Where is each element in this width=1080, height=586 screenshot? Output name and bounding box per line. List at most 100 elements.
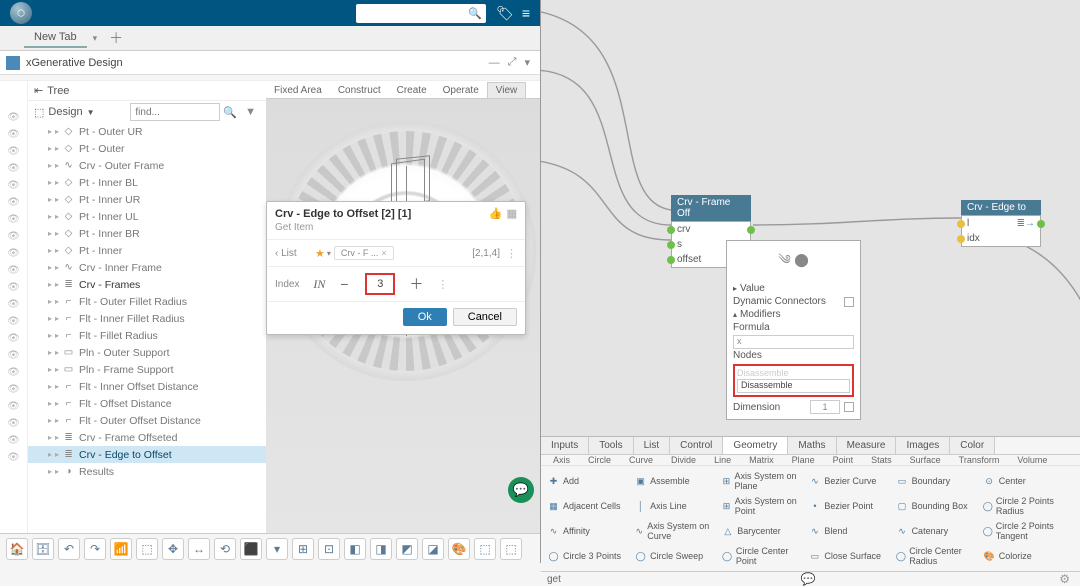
visibility-icon[interactable]: 👁 [0, 313, 27, 330]
library-search-input[interactable]: get [547, 574, 561, 585]
operator-item[interactable]: ⊙Center [981, 469, 1067, 493]
node-header[interactable]: Crv - Frame Off [671, 195, 751, 221]
index-value[interactable]: 3 [365, 273, 395, 295]
category-tab[interactable]: Images [896, 437, 950, 454]
visibility-icon[interactable]: 👁 [0, 177, 27, 194]
toolbar-button[interactable]: 🎨 [448, 538, 470, 560]
value-section[interactable]: ▸Value [733, 282, 854, 295]
operator-item[interactable]: ◯Circle 3 Points [545, 544, 631, 568]
category-tab[interactable]: Color [950, 437, 995, 454]
filter-icon[interactable]: ▼ [245, 106, 256, 118]
operator-item[interactable]: ✚Add [545, 469, 631, 493]
chat-icon[interactable]: 💬 [508, 477, 534, 503]
viewport-tab[interactable]: Operate [435, 83, 487, 98]
tree-node[interactable]: ▸▸∿Crv - Outer Frame [28, 157, 266, 174]
grid-icon[interactable]: ▦ [507, 207, 517, 220]
toolbar-button[interactable]: ◩ [396, 538, 418, 560]
operator-item[interactable]: ∿Blend [806, 519, 892, 543]
increment-button[interactable]: ＋ [405, 274, 427, 294]
tree-node[interactable]: ▸▸◇Pt - Inner UR [28, 191, 266, 208]
tree-node[interactable]: ▸▸◑Results [28, 463, 266, 480]
subcategory-item[interactable]: Plane [784, 455, 823, 465]
toolbar-button[interactable]: ↔ [188, 538, 210, 560]
operator-item[interactable]: ⊞Axis System on Point [719, 494, 805, 518]
port-label[interactable]: l [967, 218, 969, 229]
toolbar-button[interactable]: 🏠 [6, 538, 28, 560]
visibility-icon[interactable]: 👁 [0, 245, 27, 262]
more-icon[interactable]: ⋮ [437, 278, 448, 291]
port-label[interactable]: idx [967, 233, 980, 244]
toolbar-button[interactable]: ⊞ [292, 538, 314, 560]
tree-node[interactable]: ▸▸≣Crv - Frames [28, 276, 266, 293]
operator-item[interactable]: ◯Circle Center Point [719, 544, 805, 568]
category-tab[interactable]: Tools [589, 437, 633, 454]
port-label[interactable]: offset [677, 254, 701, 265]
tree-node[interactable]: ▸▸⌐Flt - Fillet Radius [28, 327, 266, 344]
subcategory-item[interactable]: Axis [545, 455, 578, 465]
category-tab[interactable]: List [634, 437, 671, 454]
tree-node[interactable]: ▸▸◇Pt - Outer [28, 140, 266, 157]
subcategory-item[interactable]: Divide [663, 455, 704, 465]
decrement-button[interactable]: − [333, 274, 355, 294]
operator-item[interactable]: │Axis Line [632, 494, 718, 518]
visibility-icon[interactable]: 👁 [0, 347, 27, 364]
gear-icon[interactable]: ⚙ [1059, 572, 1070, 586]
subcategory-item[interactable]: Surface [902, 455, 949, 465]
subcategory-item[interactable]: Curve [621, 455, 661, 465]
nodes-input[interactable]: Disassemble [737, 379, 850, 393]
toolbar-button[interactable]: ✥ [162, 538, 184, 560]
visibility-icon[interactable]: 👁 [0, 194, 27, 211]
design-selector[interactable]: ⬚ Design ▼ 🔍 ▼ [28, 101, 266, 123]
tree-node[interactable]: ▸▸⌐Flt - Offset Distance [28, 395, 266, 412]
operator-item[interactable]: ◯Circle 2 Points Tangent [981, 519, 1067, 543]
visibility-icon[interactable]: 👁 [0, 160, 27, 177]
node-edge-to[interactable]: Crv - Edge to l ≣→ idx [961, 200, 1041, 247]
viewport-tab[interactable]: Fixed Area [266, 83, 330, 98]
visibility-icon[interactable]: 👁 [0, 262, 27, 279]
list-label[interactable]: ‹ List [275, 248, 315, 259]
subcategory-item[interactable]: Transform [951, 455, 1008, 465]
toolbar-button[interactable]: ⬚ [136, 538, 158, 560]
node-graph-canvas[interactable]: Crv - Frame Off crv s ⟲ offset Crv - Edg… [541, 0, 1080, 436]
dimension-checkbox[interactable] [844, 402, 854, 412]
tree-node[interactable]: ▸▸◇Pt - Inner BR [28, 225, 266, 242]
tab-new[interactable]: New Tab [24, 28, 87, 48]
operator-item[interactable]: ▢Bounding Box [894, 494, 980, 518]
visibility-icon[interactable]: 👁 [0, 143, 27, 160]
cancel-button[interactable]: Cancel [453, 308, 517, 326]
visibility-icon[interactable]: 👁 [0, 211, 27, 228]
menu-icon[interactable]: ≡ [522, 5, 530, 21]
subcategory-item[interactable]: Stats [863, 455, 900, 465]
toolbar-button[interactable]: ▾ [266, 538, 288, 560]
viewport-tab[interactable]: Create [389, 83, 435, 98]
tree-node[interactable]: ▸▸⌐Flt - Inner Offset Distance [28, 378, 266, 395]
toolbar-button[interactable]: ◧ [344, 538, 366, 560]
close-icon[interactable]: × [381, 248, 386, 258]
dimension-input[interactable] [810, 400, 840, 414]
visibility-icon[interactable]: 👁 [0, 279, 27, 296]
toolbar-button[interactable]: ↶ [58, 538, 80, 560]
viewport-tab[interactable]: Construct [330, 83, 389, 98]
visibility-icon[interactable]: 👁 [0, 449, 27, 466]
tree-find-input[interactable] [130, 103, 220, 121]
visibility-icon[interactable]: 👁 [0, 330, 27, 347]
toolbar-button[interactable]: ⊡ [318, 538, 340, 560]
toolbar-button[interactable]: ⬛ [240, 538, 262, 560]
subcategory-item[interactable]: Matrix [741, 455, 782, 465]
visibility-icon[interactable]: 👁 [0, 109, 27, 126]
tree-collapse-icon[interactable]: ⇤ [34, 84, 43, 97]
tree-node[interactable]: ▸▸◇Pt - Inner UL [28, 208, 266, 225]
visibility-icon[interactable]: 👁 [0, 381, 27, 398]
operator-item[interactable]: ⊞Axis System on Plane [719, 469, 805, 493]
more-icon[interactable]: ⋮ [506, 247, 517, 260]
visibility-icon[interactable]: 👁 [0, 126, 27, 143]
operator-item[interactable]: ▣Assemble [632, 469, 718, 493]
lock-icon[interactable]: 👍 [489, 207, 503, 220]
tree-node[interactable]: ▸▸◇Pt - Outer UR [28, 123, 266, 140]
category-tab[interactable]: Measure [837, 437, 897, 454]
operator-item[interactable]: ▭Boundary [894, 469, 980, 493]
subcategory-item[interactable]: Circle [580, 455, 619, 465]
minimize-icon[interactable]: — [489, 57, 500, 69]
category-tab[interactable]: Geometry [723, 437, 788, 454]
subcategory-item[interactable]: Line [706, 455, 739, 465]
